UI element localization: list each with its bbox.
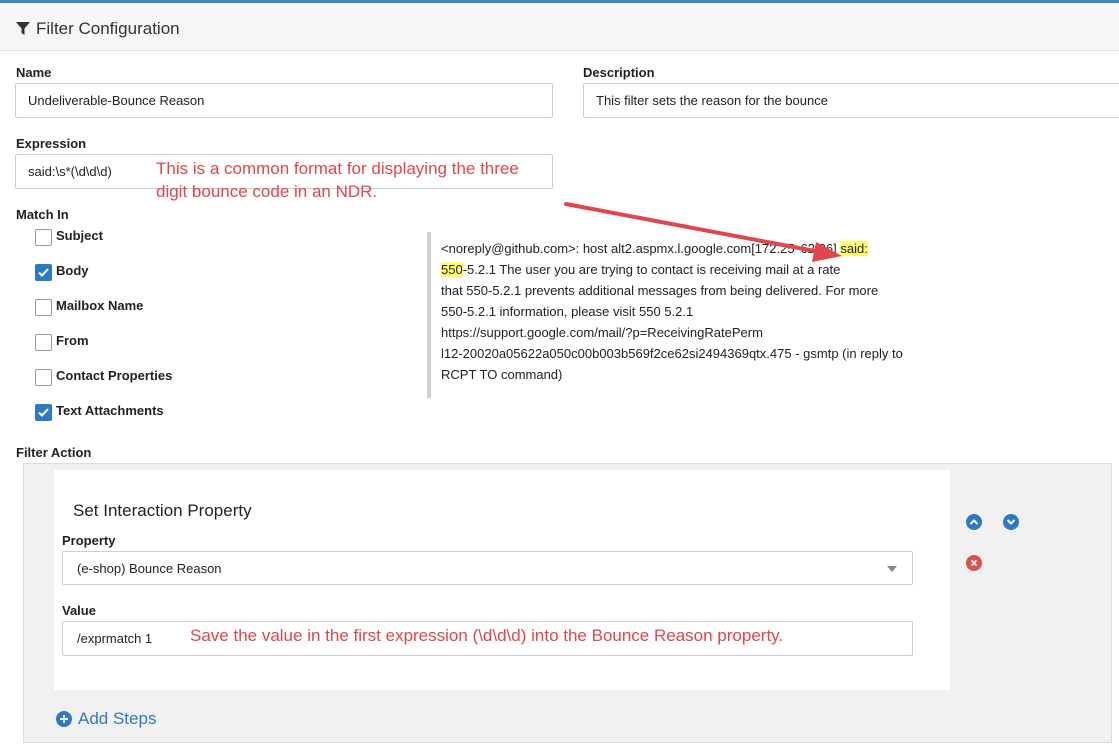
checkbox-label: Text Attachments: [56, 403, 164, 418]
expression-annotation-line: This is a common format for displaying t…: [156, 159, 519, 178]
sample-line: RCPT TO command): [441, 367, 563, 382]
description-input[interactable]: This filter sets the reason for the boun…: [583, 83, 1119, 118]
expression-annotation-line: digit bounce code in an NDR.: [156, 182, 378, 201]
filter-icon: [16, 22, 30, 35]
remove-step-button[interactable]: [966, 555, 982, 571]
panel-title: Filter Configuration: [16, 19, 180, 39]
checkbox[interactable]: [35, 369, 52, 386]
expression-label: Expression: [16, 136, 87, 151]
filter-action-label: Filter Action: [16, 445, 92, 460]
sample-line: l12-20020a05622a050c00b003b569f2ce62si24…: [441, 346, 903, 361]
name-label: Name: [16, 65, 52, 80]
sample-text: -5.2.1 The user you are trying to contac…: [462, 262, 841, 277]
match-contact-properties[interactable]: Contact Properties: [35, 363, 172, 386]
property-select[interactable]: (e-shop) Bounce Reason: [62, 551, 913, 585]
sample-line: <noreply@github.com>: host alt2.aspmx.l.…: [441, 238, 907, 259]
checkbox[interactable]: [35, 229, 52, 246]
move-up-button[interactable]: [966, 514, 982, 530]
match-in-label: Match In: [16, 207, 69, 222]
highlight: said:: [840, 241, 868, 256]
add-steps-button[interactable]: Add Steps: [56, 709, 156, 729]
value-text: /exprmatch 1: [77, 631, 153, 646]
checkbox-label: From: [56, 333, 89, 348]
property-label: Property: [62, 533, 116, 548]
highlight: 550: [441, 262, 463, 277]
checkbox-label: Mailbox Name: [56, 298, 144, 313]
add-steps-label: Add Steps: [78, 709, 157, 728]
sample-line: https://support.google.com/mail/?p=Recei…: [441, 325, 763, 340]
move-down-button[interactable]: [1003, 514, 1019, 530]
expression-annotation: This is a common format for displaying t…: [156, 157, 519, 203]
checkbox[interactable]: [35, 404, 52, 421]
chevron-up-icon: [969, 519, 979, 525]
sample-line: 550-5.2.1 The user you are trying to con…: [441, 259, 907, 280]
property-selected-value: (e-shop) Bounce Reason: [77, 560, 222, 576]
checkbox-label: Subject: [56, 228, 103, 243]
panel-header: Filter Configuration: [0, 3, 1119, 51]
sample-line: that 550-5.2.1 prevents additional messa…: [441, 283, 879, 298]
value-label: Value: [62, 603, 96, 618]
check-icon: [38, 268, 49, 277]
match-from[interactable]: From: [35, 328, 89, 351]
name-input[interactable]: Undeliverable-Bounce Reason: [15, 83, 553, 118]
match-text-attachments[interactable]: Text Attachments: [35, 398, 164, 421]
value-annotation: Save the value in the first expression (…: [190, 626, 784, 645]
checkbox-label: Body: [56, 263, 89, 278]
check-icon: [38, 408, 49, 417]
checkbox[interactable]: [35, 264, 52, 281]
step-title: Set Interaction Property: [73, 501, 252, 520]
checkbox-label: Contact Properties: [56, 368, 173, 383]
match-body[interactable]: Body: [35, 258, 89, 281]
plus-circle-icon: [56, 711, 72, 727]
checkbox[interactable]: [35, 334, 52, 351]
description-label: Description: [583, 65, 655, 80]
chevron-down-icon: [1006, 519, 1016, 525]
caret-down-icon: [887, 566, 897, 572]
match-mailbox-name[interactable]: Mailbox Name: [35, 293, 143, 316]
sample-text: 62.26]: [800, 241, 837, 256]
checkbox[interactable]: [35, 299, 52, 316]
close-icon: [970, 559, 978, 567]
page-title: Filter Configuration: [36, 19, 180, 38]
match-subject[interactable]: Subject: [35, 223, 103, 246]
sample-text: <noreply@github.com>: host alt2.aspmx.l.…: [441, 241, 795, 256]
sample-ndr-text: <noreply@github.com>: host alt2.aspmx.l.…: [427, 232, 907, 398]
expression-value: said:\s*(\d\d\d): [28, 164, 112, 179]
sample-line: 550-5.2.1 information, please visit 550 …: [441, 304, 694, 319]
